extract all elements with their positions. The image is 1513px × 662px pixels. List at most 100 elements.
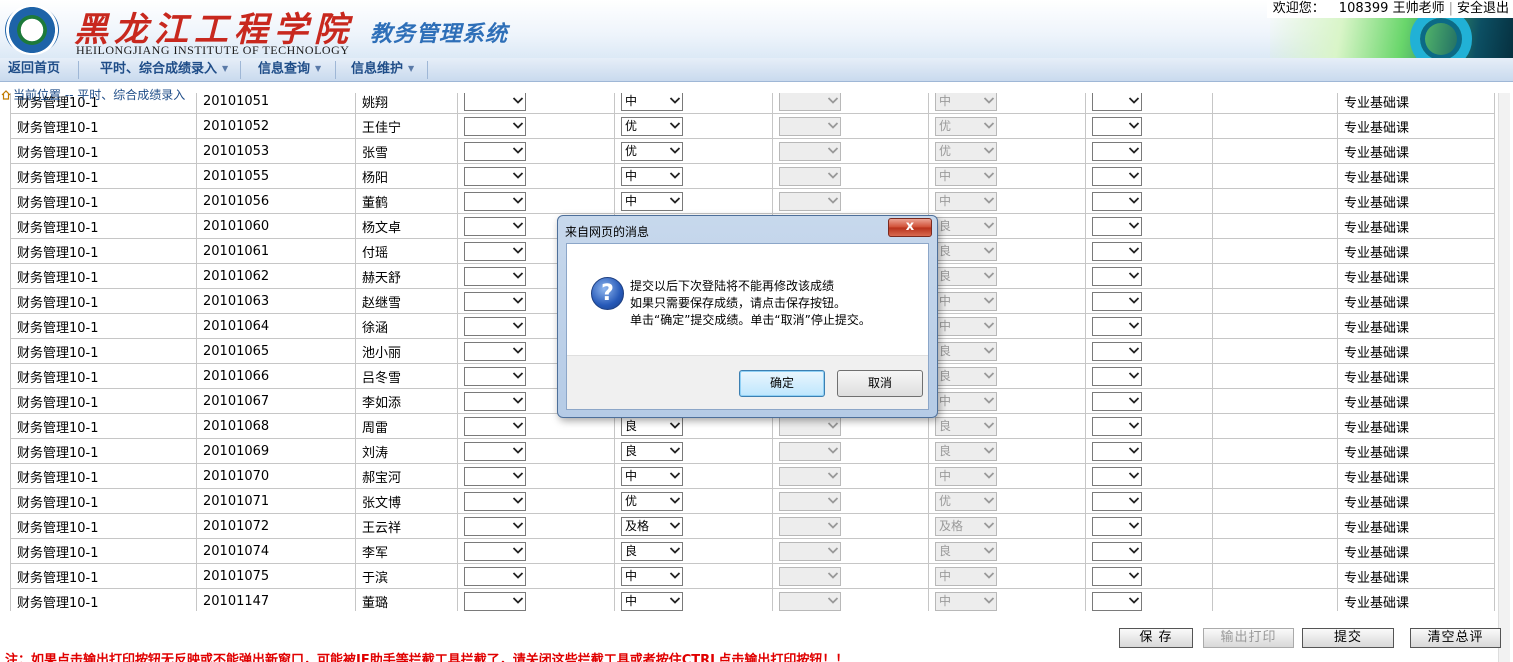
submit-button[interactable]: 提交 xyxy=(1302,628,1394,648)
close-icon[interactable]: x xyxy=(888,218,932,237)
grade-col-3-select xyxy=(779,166,841,186)
grade-col-1-select[interactable] xyxy=(464,516,526,536)
save-button[interactable]: 保 存 xyxy=(1119,628,1193,648)
chevron-down-icon xyxy=(669,446,681,455)
grade-col-2-select[interactable]: 优 xyxy=(621,116,683,136)
grade-col-1-select[interactable] xyxy=(464,491,526,511)
grade-col-5-select[interactable] xyxy=(1092,241,1142,261)
grade-col-2-value: 优 xyxy=(625,143,638,158)
grade-col-5-select[interactable] xyxy=(1092,591,1142,611)
grade-col-1-select[interactable] xyxy=(464,591,526,611)
grade-col-2-select[interactable]: 中 xyxy=(621,166,683,186)
chevron-down-icon xyxy=(983,96,995,105)
grade-col-1-select[interactable] xyxy=(464,391,526,411)
grade-col-5-select[interactable] xyxy=(1092,541,1142,561)
grade-col-4-value: 良 xyxy=(939,443,952,458)
grade-col-5-select[interactable] xyxy=(1092,141,1142,161)
menu-grade-entry[interactable]: 平时、综合成绩录入 ▼ xyxy=(100,58,228,82)
chevron-down-icon xyxy=(512,221,524,230)
vertical-scrollbar[interactable] xyxy=(1498,93,1510,662)
cell-grade-col-2: 优 xyxy=(614,113,773,139)
grade-col-5-select[interactable] xyxy=(1092,391,1142,411)
student-id-cell: 20101063 xyxy=(196,288,356,314)
grade-col-5-select[interactable] xyxy=(1092,216,1142,236)
chevron-down-icon xyxy=(1128,346,1140,355)
menu-info-query[interactable]: 信息查询 ▼ xyxy=(258,58,321,82)
grade-col-2-select[interactable]: 中 xyxy=(621,93,683,111)
chevron-down-icon xyxy=(983,321,995,330)
chevron-down-icon xyxy=(827,121,839,130)
grade-col-2-select[interactable]: 优 xyxy=(621,141,683,161)
grade-col-2-select[interactable]: 良 xyxy=(621,416,683,436)
grade-col-5-select[interactable] xyxy=(1092,466,1142,486)
empty-cell xyxy=(1212,488,1338,514)
grade-col-5-select[interactable] xyxy=(1092,366,1142,386)
grade-col-1-select[interactable] xyxy=(464,93,526,111)
grade-col-2-value: 中 xyxy=(625,93,638,108)
empty-cell xyxy=(1212,463,1338,489)
menu-home[interactable]: 返回首页 xyxy=(8,58,60,82)
empty-cell xyxy=(1212,163,1338,189)
grade-col-2-select[interactable]: 中 xyxy=(621,466,683,486)
class-cell: 财务管理10-1 xyxy=(10,488,197,514)
grade-col-1-select[interactable] xyxy=(464,166,526,186)
chevron-down-icon xyxy=(1128,196,1140,205)
grade-col-2-select[interactable]: 良 xyxy=(621,541,683,561)
grade-col-1-select[interactable] xyxy=(464,416,526,436)
class-cell: 财务管理10-1 xyxy=(10,288,197,314)
cell-grade-col-5 xyxy=(1085,363,1213,389)
student-id-cell: 20101147 xyxy=(196,588,356,611)
menu-info-maintain[interactable]: 信息维护 ▼ xyxy=(351,58,414,82)
grade-col-5-select[interactable] xyxy=(1092,316,1142,336)
grade-col-5-select[interactable] xyxy=(1092,116,1142,136)
cell-grade-col-4: 良 xyxy=(928,338,1086,364)
grade-col-1-select[interactable] xyxy=(464,316,526,336)
grade-col-1-select[interactable] xyxy=(464,216,526,236)
course-type-cell: 专业基础课 xyxy=(1337,363,1495,389)
grade-col-3-select xyxy=(779,416,841,436)
table-row: 财务管理10-1 20101072 王云祥 及格 及格 专业基础课 xyxy=(10,513,1495,539)
grade-col-1-select[interactable] xyxy=(464,291,526,311)
cell-grade-col-4: 良 xyxy=(928,263,1086,289)
chevron-down-icon xyxy=(512,321,524,330)
cell-grade-col-4: 优 xyxy=(928,138,1086,164)
grade-col-1-select[interactable] xyxy=(464,241,526,261)
grade-col-5-select[interactable] xyxy=(1092,341,1142,361)
grade-col-1-select[interactable] xyxy=(464,266,526,286)
grade-col-1-select[interactable] xyxy=(464,141,526,161)
grade-col-1-select[interactable] xyxy=(464,441,526,461)
dialog-footer: 确定 取消 xyxy=(567,355,928,409)
class-cell: 财务管理10-1 xyxy=(10,388,197,414)
grade-col-5-select[interactable] xyxy=(1092,93,1142,111)
grade-col-5-select[interactable] xyxy=(1092,166,1142,186)
grade-col-5-select[interactable] xyxy=(1092,266,1142,286)
grade-col-1-select[interactable] xyxy=(464,566,526,586)
grade-col-2-select[interactable]: 优 xyxy=(621,491,683,511)
ok-button[interactable]: 确定 xyxy=(739,370,825,397)
empty-cell xyxy=(1212,338,1338,364)
grade-col-2-select[interactable]: 及格 xyxy=(621,516,683,536)
grade-col-5-select[interactable] xyxy=(1092,491,1142,511)
grade-col-1-select[interactable] xyxy=(464,366,526,386)
grade-col-2-select[interactable]: 中 xyxy=(621,566,683,586)
grade-col-5-select[interactable] xyxy=(1092,441,1142,461)
grade-col-2-select[interactable]: 良 xyxy=(621,441,683,461)
grade-col-1-select[interactable] xyxy=(464,466,526,486)
logout-link[interactable]: 安全退出 xyxy=(1457,1,1509,16)
cell-grade-col-3 xyxy=(772,563,929,589)
grade-col-5-select[interactable] xyxy=(1092,416,1142,436)
grade-col-5-select[interactable] xyxy=(1092,516,1142,536)
grade-col-2-select[interactable]: 中 xyxy=(621,191,683,211)
grade-col-1-select[interactable] xyxy=(464,541,526,561)
print-button[interactable]: 输出打印 xyxy=(1203,628,1294,648)
grade-col-1-select[interactable] xyxy=(464,116,526,136)
grade-col-1-select[interactable] xyxy=(464,191,526,211)
grade-col-5-select[interactable] xyxy=(1092,291,1142,311)
cancel-button[interactable]: 取消 xyxy=(837,370,923,397)
grade-col-1-select[interactable] xyxy=(464,341,526,361)
cell-grade-col-5 xyxy=(1085,513,1213,539)
grade-col-5-select[interactable] xyxy=(1092,191,1142,211)
grade-col-5-select[interactable] xyxy=(1092,566,1142,586)
grade-col-2-select[interactable]: 中 xyxy=(621,591,683,611)
clear-total-button[interactable]: 清空总评 xyxy=(1410,628,1501,648)
